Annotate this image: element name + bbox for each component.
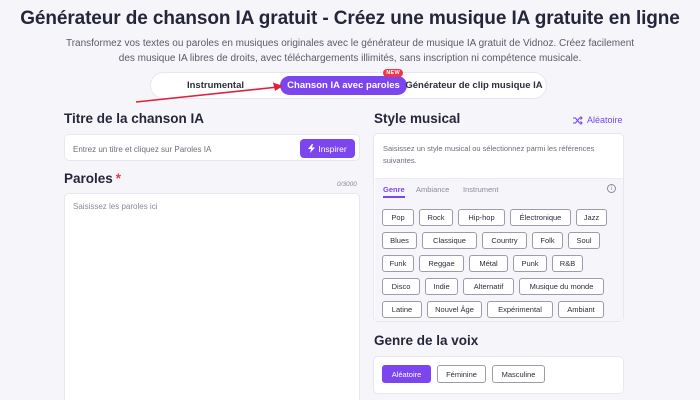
lyrics-label-text: Paroles <box>64 171 113 186</box>
random-style-label: Aléatoire <box>587 115 623 125</box>
genre-chip[interactable]: Rock <box>419 209 453 226</box>
subtab-ambiance[interactable]: Ambiance <box>416 185 449 194</box>
genre-chip[interactable]: Nouvel Âge <box>427 301 482 318</box>
page-title: Générateur de chanson IA gratuit - Créez… <box>20 8 680 29</box>
tab-clip-musique-ia[interactable]: Générateur de clip musique IA <box>405 76 542 95</box>
voice-option-masculine[interactable]: Masculine <box>492 365 545 383</box>
shuffle-icon <box>573 115 583 125</box>
new-badge: NEW <box>383 69 403 77</box>
genre-chip[interactable]: Électronique <box>510 209 571 226</box>
genre-chip[interactable]: Métal <box>469 255 508 272</box>
voice-gender-label: Genre de la voix <box>374 333 479 348</box>
genre-chip[interactable]: Hip-hop <box>458 209 505 226</box>
page-subtitle: Transformez vos textes ou paroles en mus… <box>65 38 635 64</box>
style-label: Style musical <box>374 111 461 126</box>
lyrics-counter: 0/3000 <box>337 181 357 188</box>
genre-chip[interactable]: Latine <box>382 301 422 318</box>
lightning-icon <box>308 144 316 153</box>
subtab-active-indicator <box>383 196 405 198</box>
genre-chip[interactable]: Ambiant <box>558 301 604 318</box>
genre-chip[interactable]: Indie <box>425 278 458 295</box>
info-icon[interactable]: i <box>607 184 616 193</box>
annotation-arrow-icon <box>135 82 283 103</box>
genre-chip[interactable]: Pop <box>382 209 414 226</box>
genre-chip[interactable]: Classique <box>422 232 477 249</box>
voice-option-feminine[interactable]: Féminine <box>437 365 486 383</box>
genre-chip[interactable]: Jazz <box>576 209 607 226</box>
required-star: * <box>115 171 122 186</box>
song-title-card: Inspirer <box>64 134 360 161</box>
style-reference-panel: Genre Ambiance Instrument i Pop Rock Hip… <box>375 178 623 321</box>
genre-chip[interactable]: Folk <box>532 232 563 249</box>
tab-chanson-ia-avec-paroles[interactable]: Chanson IA avec paroles NEW <box>280 69 407 95</box>
subtab-genre[interactable]: Genre <box>383 185 405 194</box>
subtab-instrument[interactable]: Instrument <box>463 185 498 194</box>
genre-chip[interactable]: Reggae <box>419 255 464 272</box>
genre-chip[interactable]: Disco <box>382 278 420 295</box>
song-title-input[interactable] <box>73 141 298 157</box>
random-style-button[interactable]: Aléatoire <box>573 115 623 125</box>
genre-chip[interactable]: R&B <box>552 255 583 272</box>
genre-chip[interactable]: Punk <box>513 255 547 272</box>
tab-chanson-label: Chanson IA avec paroles <box>287 80 400 91</box>
genre-chip[interactable]: Blues <box>382 232 417 249</box>
lyrics-label: Paroles * <box>64 171 121 186</box>
style-card: Saisissez un style musical ou sélectionn… <box>373 133 624 322</box>
voice-option-aleatoire[interactable]: Aléatoire <box>382 365 431 383</box>
style-description[interactable]: Saisissez un style musical ou sélectionn… <box>383 143 608 167</box>
genre-chip[interactable]: Alternatif <box>463 278 514 295</box>
genre-chip[interactable]: Soul <box>568 232 600 249</box>
genre-chip[interactable]: Expérimental <box>487 301 553 318</box>
genre-chip[interactable]: Funk <box>382 255 414 272</box>
inspire-button[interactable]: Inspirer <box>300 139 355 158</box>
genre-chip[interactable]: Country <box>482 232 527 249</box>
lyrics-card <box>64 193 360 400</box>
lyrics-textarea[interactable] <box>73 202 353 392</box>
genre-chip[interactable]: Musique du monde <box>519 278 604 295</box>
voice-gender-card: Aléatoire Féminine Masculine <box>373 356 624 394</box>
song-title-label: Titre de la chanson IA <box>64 111 205 126</box>
inspire-label: Inspirer <box>318 143 347 154</box>
